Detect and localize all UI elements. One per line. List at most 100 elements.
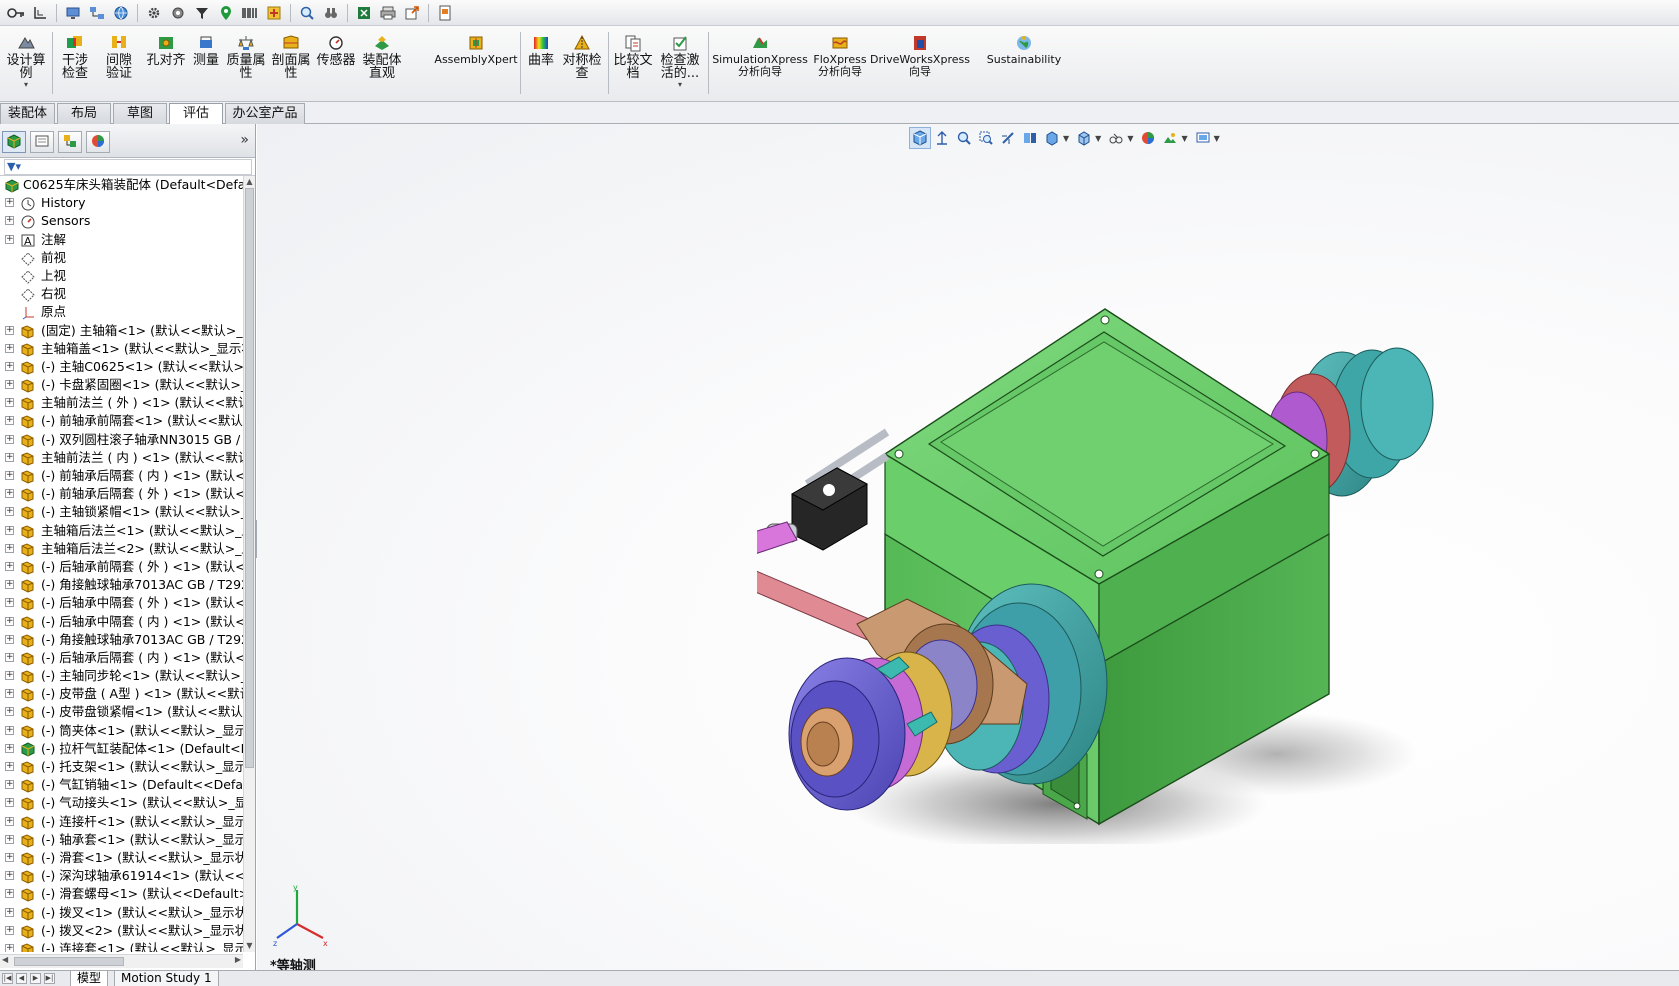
expand-toggle-icon[interactable]: + <box>5 852 14 862</box>
assemblyxpert-button[interactable]: AssemblyXpert <box>434 34 518 66</box>
tab-model[interactable]: 模型 <box>70 971 109 986</box>
tree-item[interactable]: + (固定) 主轴箱<1> (默认<<默认>_显示 <box>0 322 243 340</box>
export-icon[interactable] <box>402 3 422 23</box>
expand-toggle-icon[interactable]: + <box>5 671 14 681</box>
expand-toggle-icon[interactable]: + <box>5 343 14 353</box>
expand-toggle-icon[interactable]: + <box>5 525 14 535</box>
view-settings-icon[interactable] <box>1192 127 1214 149</box>
globe-icon[interactable] <box>111 3 131 23</box>
tab-property-manager[interactable] <box>30 131 54 153</box>
graphics-viewport[interactable]: ▼ ▼ ▼ ▼ ▼ y x z *等轴测 <box>257 124 1679 970</box>
tab-configuration-manager[interactable] <box>58 131 82 153</box>
expand-toggle-icon[interactable]: + <box>5 798 14 808</box>
report-icon[interactable] <box>435 3 455 23</box>
tree-item[interactable]: + (-) 主轴同步轮<1> (默认<<默认>_显 <box>0 667 243 685</box>
tree-item[interactable]: + (-) 滑套螺母<1> (默认<<Default>_F <box>0 885 243 903</box>
tree-item[interactable]: + 主轴箱后法兰<1> (默认<<默认>_显: <box>0 522 243 540</box>
next-tab-icon[interactable]: ▶ <box>30 973 41 984</box>
chevron-down-icon[interactable]: ▼ <box>1095 134 1101 143</box>
tree-item[interactable]: + (-) 滑套<1> (默认<<默认>_显示状态 <box>0 849 243 867</box>
expand-toggle-icon[interactable]: + <box>5 398 14 408</box>
tab-layout[interactable]: 布局 <box>57 103 111 124</box>
previous-tab-icon[interactable]: ◀ <box>16 973 27 984</box>
tab-sketch[interactable]: 草图 <box>113 103 167 124</box>
tree-item[interactable]: 原点 <box>0 303 243 321</box>
design-study-button[interactable]: 设计算例 ▾ <box>6 34 46 89</box>
first-tab-icon[interactable]: |◀ <box>2 973 13 984</box>
expand-toggle-icon[interactable]: + <box>5 871 14 881</box>
measure-button[interactable]: 测量 <box>190 34 222 67</box>
tree-item[interactable]: + 主轴前法兰 ( 内 ) <1> (默认<<默认> <box>0 449 243 467</box>
expand-toggle-icon[interactable]: + <box>5 707 14 717</box>
tree-item[interactable]: + (-) 筒夹体<1> (默认<<默认>_显示状 <box>0 722 243 740</box>
tree-item[interactable]: + (-) 拨叉<1> (默认<<默认>_显示状态 <box>0 904 243 922</box>
tab-office-products[interactable]: 办公室产品 <box>225 103 305 124</box>
tree-item[interactable]: + (-) 角接触球轴承7013AC GB / T292- <box>0 631 243 649</box>
sensor-button[interactable]: 传感器 <box>316 34 356 67</box>
tree-item[interactable]: + (-) 角接触球轴承7013AC GB / T292- <box>0 576 243 594</box>
tree-item[interactable]: + (-) 皮带盘 ( A型 ) <1> (默认<<默认: <box>0 685 243 703</box>
expand-toggle-icon[interactable]: + <box>5 416 14 426</box>
tree-horizontal-scrollbar[interactable]: ◀ ▶ <box>0 954 243 968</box>
scroll-down-icon[interactable]: ▼ <box>245 941 254 951</box>
expand-toggle-icon[interactable]: + <box>5 598 14 608</box>
tree-item[interactable]: 上视 <box>0 267 243 285</box>
apply-scene-icon[interactable] <box>1159 127 1181 149</box>
scroll-right-icon[interactable]: ▶ <box>235 955 241 964</box>
view-cube-icon[interactable] <box>909 127 931 149</box>
expand-toggle-icon[interactable]: + <box>5 925 14 935</box>
tree-item[interactable]: + (-) 托支架<1> (默认<<默认>_显示状 <box>0 758 243 776</box>
funnel-icon[interactable] <box>192 3 212 23</box>
tree-item[interactable]: + 主轴箱盖<1> (默认<<默认>_显示状 <box>0 340 243 358</box>
expand-toggle-icon[interactable]: + <box>5 580 14 590</box>
tree-item[interactable]: 右视 <box>0 285 243 303</box>
expand-toggle-icon[interactable]: + <box>5 780 14 790</box>
tree-item[interactable]: + (-) 主轴C0625<1> (默认<<默认>_显 <box>0 358 243 376</box>
symmetry-check-button[interactable]: 对称检查 <box>562 34 602 80</box>
tree-item[interactable]: + (-) 深沟球轴承61914<1> (默认<<De <box>0 867 243 885</box>
expand-toggle-icon[interactable]: + <box>5 725 14 735</box>
tree-item[interactable]: 前视 <box>0 249 243 267</box>
tree-item[interactable]: + (-) 前轴承后隔套 ( 内 ) <1> (默认<< <box>0 467 243 485</box>
last-tab-icon[interactable]: ▶| <box>44 973 55 984</box>
expand-toggle-icon[interactable]: + <box>5 434 14 444</box>
scroll-up-icon[interactable]: ▲ <box>245 177 254 187</box>
expand-toggle-icon[interactable]: + <box>5 762 14 771</box>
sustainability-button[interactable]: Sustainability <box>978 34 1070 66</box>
section-properties-button[interactable]: 剖面属性 <box>270 34 312 80</box>
tree-item[interactable]: + 主轴前法兰 ( 外 ) <1> (默认<<默认> <box>0 394 243 412</box>
expand-toggle-icon[interactable]: + <box>5 471 14 480</box>
tree-root-assembly[interactable]: C0625车床头箱装配体 (Default<Defaul <box>0 176 243 194</box>
scroll-thumb[interactable] <box>245 188 254 768</box>
expand-toggle-icon[interactable]: + <box>5 234 14 244</box>
tree-item[interactable]: + (-) 后轴承前隔套 ( 外 ) <1> (默认<< <box>0 558 243 576</box>
expand-toggle-icon[interactable]: + <box>5 507 14 517</box>
tree-item[interactable]: + (-) 主轴锁紧帽<1> (默认<<默认>_显 <box>0 503 243 521</box>
chevron-down-icon[interactable]: ▼ <box>1214 134 1220 143</box>
tree-item[interactable]: + (-) 气缸销轴<1> (Default<<Default <box>0 776 243 794</box>
tree-item[interactable]: + (-) 前轴承后隔套 ( 外 ) <1> (默认<< <box>0 485 243 503</box>
interference-check-button[interactable]: 干涉检查 <box>56 34 94 80</box>
expand-toggle-icon[interactable]: + <box>5 361 14 371</box>
tree-item[interactable]: + (-) 后轴承后隔套 ( 内 ) <1> (默认<< <box>0 649 243 667</box>
tree-item[interactable]: + (-) 后轴承中隔套 ( 内 ) <1> (默认<< <box>0 613 243 631</box>
expand-toggle-icon[interactable]: + <box>5 452 14 462</box>
tab-evaluate[interactable]: 评估 <box>169 103 223 125</box>
print-icon[interactable] <box>378 3 398 23</box>
section-view-icon[interactable] <box>997 127 1019 149</box>
edit-appearance-icon[interactable] <box>1137 127 1159 149</box>
simulationxpress-button[interactable]: SimulationXpress分析向导 <box>712 34 808 78</box>
chevron-down-icon[interactable]: ▼ <box>1181 134 1187 143</box>
tab-feature-manager[interactable] <box>2 131 26 153</box>
options-gear-icon[interactable] <box>168 3 188 23</box>
scroll-thumb[interactable] <box>14 957 124 966</box>
expand-toggle-icon[interactable]: + <box>5 198 14 208</box>
coordinate-system-icon[interactable] <box>30 3 50 23</box>
expand-toggle-icon[interactable]: + <box>5 943 14 952</box>
tree-item[interactable]: + (-) 双列圆柱滚子轴承NN3015 GB / T <box>0 431 243 449</box>
expand-toggle-icon[interactable]: + <box>5 543 14 553</box>
expand-toggle-icon[interactable]: + <box>5 652 14 662</box>
expand-toggle-icon[interactable]: + <box>5 743 14 753</box>
expand-toggle-icon[interactable]: + <box>5 216 14 226</box>
chevron-down-icon[interactable]: ▼ <box>1127 134 1133 143</box>
